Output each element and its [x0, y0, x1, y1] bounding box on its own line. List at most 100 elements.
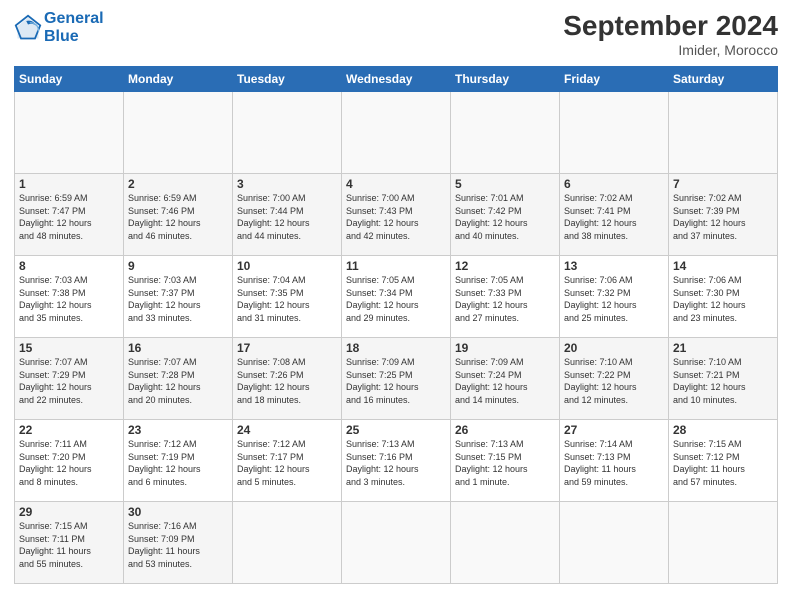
day-number: 4	[346, 177, 446, 191]
day-number: 18	[346, 341, 446, 355]
day-info: Sunrise: 7:00 AM Sunset: 7:44 PM Dayligh…	[237, 192, 337, 242]
day-cell: 23Sunrise: 7:12 AM Sunset: 7:19 PM Dayli…	[124, 420, 233, 502]
day-cell: 6Sunrise: 7:02 AM Sunset: 7:41 PM Daylig…	[560, 174, 669, 256]
day-number: 16	[128, 341, 228, 355]
day-cell	[124, 92, 233, 174]
day-info: Sunrise: 7:05 AM Sunset: 7:34 PM Dayligh…	[346, 274, 446, 324]
day-number: 25	[346, 423, 446, 437]
week-row-0	[15, 92, 778, 174]
day-info: Sunrise: 7:13 AM Sunset: 7:16 PM Dayligh…	[346, 438, 446, 488]
day-number: 23	[128, 423, 228, 437]
day-number: 30	[128, 505, 228, 519]
day-number: 17	[237, 341, 337, 355]
day-cell: 12Sunrise: 7:05 AM Sunset: 7:33 PM Dayli…	[451, 256, 560, 338]
day-info: Sunrise: 7:16 AM Sunset: 7:09 PM Dayligh…	[128, 520, 228, 570]
day-cell: 19Sunrise: 7:09 AM Sunset: 7:24 PM Dayli…	[451, 338, 560, 420]
day-number: 2	[128, 177, 228, 191]
day-info: Sunrise: 7:09 AM Sunset: 7:24 PM Dayligh…	[455, 356, 555, 406]
day-cell: 22Sunrise: 7:11 AM Sunset: 7:20 PM Dayli…	[15, 420, 124, 502]
day-number: 24	[237, 423, 337, 437]
day-info: Sunrise: 7:11 AM Sunset: 7:20 PM Dayligh…	[19, 438, 119, 488]
day-cell: 11Sunrise: 7:05 AM Sunset: 7:34 PM Dayli…	[342, 256, 451, 338]
day-cell	[342, 92, 451, 174]
day-cell: 14Sunrise: 7:06 AM Sunset: 7:30 PM Dayli…	[669, 256, 778, 338]
day-cell: 30Sunrise: 7:16 AM Sunset: 7:09 PM Dayli…	[124, 502, 233, 584]
day-cell: 7Sunrise: 7:02 AM Sunset: 7:39 PM Daylig…	[669, 174, 778, 256]
calendar-table: SundayMondayTuesdayWednesdayThursdayFrid…	[14, 66, 778, 584]
weekday-header-wednesday: Wednesday	[342, 67, 451, 92]
day-info: Sunrise: 7:00 AM Sunset: 7:43 PM Dayligh…	[346, 192, 446, 242]
day-cell: 4Sunrise: 7:00 AM Sunset: 7:43 PM Daylig…	[342, 174, 451, 256]
day-number: 7	[673, 177, 773, 191]
weekday-header-tuesday: Tuesday	[233, 67, 342, 92]
day-info: Sunrise: 6:59 AM Sunset: 7:46 PM Dayligh…	[128, 192, 228, 242]
day-cell	[669, 92, 778, 174]
day-info: Sunrise: 7:04 AM Sunset: 7:35 PM Dayligh…	[237, 274, 337, 324]
day-cell: 21Sunrise: 7:10 AM Sunset: 7:21 PM Dayli…	[669, 338, 778, 420]
day-cell: 15Sunrise: 7:07 AM Sunset: 7:29 PM Dayli…	[15, 338, 124, 420]
day-number: 20	[564, 341, 664, 355]
day-info: Sunrise: 7:07 AM Sunset: 7:29 PM Dayligh…	[19, 356, 119, 406]
header: General Blue September 2024 Imider, Moro…	[14, 10, 778, 58]
day-number: 11	[346, 259, 446, 273]
day-number: 22	[19, 423, 119, 437]
day-info: Sunrise: 7:02 AM Sunset: 7:41 PM Dayligh…	[564, 192, 664, 242]
day-cell: 10Sunrise: 7:04 AM Sunset: 7:35 PM Dayli…	[233, 256, 342, 338]
location: Imider, Morocco	[563, 42, 778, 58]
day-info: Sunrise: 7:06 AM Sunset: 7:32 PM Dayligh…	[564, 274, 664, 324]
day-cell	[233, 92, 342, 174]
day-number: 26	[455, 423, 555, 437]
day-info: Sunrise: 7:10 AM Sunset: 7:21 PM Dayligh…	[673, 356, 773, 406]
day-cell: 18Sunrise: 7:09 AM Sunset: 7:25 PM Dayli…	[342, 338, 451, 420]
title-block: September 2024 Imider, Morocco	[563, 10, 778, 58]
weekday-header-thursday: Thursday	[451, 67, 560, 92]
day-info: Sunrise: 7:10 AM Sunset: 7:22 PM Dayligh…	[564, 356, 664, 406]
week-row-4: 22Sunrise: 7:11 AM Sunset: 7:20 PM Dayli…	[15, 420, 778, 502]
day-number: 21	[673, 341, 773, 355]
week-row-3: 15Sunrise: 7:07 AM Sunset: 7:29 PM Dayli…	[15, 338, 778, 420]
day-cell: 25Sunrise: 7:13 AM Sunset: 7:16 PM Dayli…	[342, 420, 451, 502]
weekday-header-friday: Friday	[560, 67, 669, 92]
logo: General Blue	[14, 10, 104, 45]
day-info: Sunrise: 7:01 AM Sunset: 7:42 PM Dayligh…	[455, 192, 555, 242]
day-number: 15	[19, 341, 119, 355]
day-number: 6	[564, 177, 664, 191]
day-cell: 20Sunrise: 7:10 AM Sunset: 7:22 PM Dayli…	[560, 338, 669, 420]
weekday-header-saturday: Saturday	[669, 67, 778, 92]
day-number: 8	[19, 259, 119, 273]
day-cell	[560, 502, 669, 584]
day-info: Sunrise: 7:15 AM Sunset: 7:11 PM Dayligh…	[19, 520, 119, 570]
day-number: 10	[237, 259, 337, 273]
day-number: 5	[455, 177, 555, 191]
month-title: September 2024	[563, 10, 778, 42]
main-container: General Blue September 2024 Imider, Moro…	[0, 0, 792, 594]
day-number: 28	[673, 423, 773, 437]
day-info: Sunrise: 7:05 AM Sunset: 7:33 PM Dayligh…	[455, 274, 555, 324]
weekday-header-row: SundayMondayTuesdayWednesdayThursdayFrid…	[15, 67, 778, 92]
day-number: 29	[19, 505, 119, 519]
week-row-5: 29Sunrise: 7:15 AM Sunset: 7:11 PM Dayli…	[15, 502, 778, 584]
day-info: Sunrise: 7:14 AM Sunset: 7:13 PM Dayligh…	[564, 438, 664, 488]
day-number: 19	[455, 341, 555, 355]
day-cell: 26Sunrise: 7:13 AM Sunset: 7:15 PM Dayli…	[451, 420, 560, 502]
weekday-header-sunday: Sunday	[15, 67, 124, 92]
day-cell: 28Sunrise: 7:15 AM Sunset: 7:12 PM Dayli…	[669, 420, 778, 502]
day-info: Sunrise: 7:08 AM Sunset: 7:26 PM Dayligh…	[237, 356, 337, 406]
day-number: 13	[564, 259, 664, 273]
day-info: Sunrise: 7:12 AM Sunset: 7:19 PM Dayligh…	[128, 438, 228, 488]
day-info: Sunrise: 6:59 AM Sunset: 7:47 PM Dayligh…	[19, 192, 119, 242]
day-number: 14	[673, 259, 773, 273]
day-number: 27	[564, 423, 664, 437]
day-cell: 17Sunrise: 7:08 AM Sunset: 7:26 PM Dayli…	[233, 338, 342, 420]
day-cell: 24Sunrise: 7:12 AM Sunset: 7:17 PM Dayli…	[233, 420, 342, 502]
day-cell: 1Sunrise: 6:59 AM Sunset: 7:47 PM Daylig…	[15, 174, 124, 256]
day-cell	[342, 502, 451, 584]
day-cell: 29Sunrise: 7:15 AM Sunset: 7:11 PM Dayli…	[15, 502, 124, 584]
day-cell: 2Sunrise: 6:59 AM Sunset: 7:46 PM Daylig…	[124, 174, 233, 256]
logo-icon	[14, 14, 42, 42]
day-info: Sunrise: 7:06 AM Sunset: 7:30 PM Dayligh…	[673, 274, 773, 324]
day-cell: 13Sunrise: 7:06 AM Sunset: 7:32 PM Dayli…	[560, 256, 669, 338]
day-info: Sunrise: 7:15 AM Sunset: 7:12 PM Dayligh…	[673, 438, 773, 488]
day-number: 1	[19, 177, 119, 191]
week-row-1: 1Sunrise: 6:59 AM Sunset: 7:47 PM Daylig…	[15, 174, 778, 256]
